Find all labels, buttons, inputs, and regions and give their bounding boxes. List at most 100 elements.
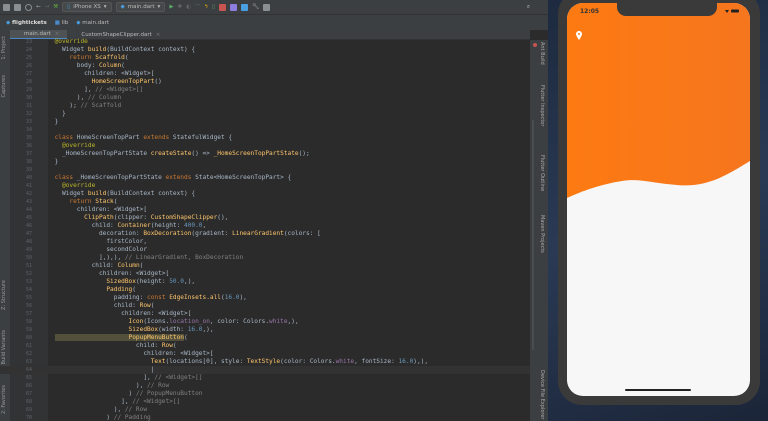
code-line[interactable]: 44 children: <Widget>[ (0, 206, 530, 214)
code-line[interactable]: 69 ), // Row (0, 406, 530, 414)
code-token: SizedBox (54, 278, 136, 285)
code-line[interactable]: 57 children: <Widget>[ (0, 310, 530, 318)
code-text: | (55, 366, 155, 374)
line-number: 61 (25, 343, 32, 349)
code-line[interactable]: 35 class HomeScreenTopPart extends Statef… (0, 134, 530, 142)
code-line[interactable]: 60 PopupMenuButton( (0, 334, 530, 342)
code-line[interactable]: 63 Text(locations[0], style: TextStyle(c… (0, 358, 530, 366)
code-line[interactable]: 59 SizedBox(width: 16.0,), (0, 326, 530, 334)
code-text: _HomeScreenTopPartState createState() =>… (55, 150, 310, 158)
hot-reload-icon[interactable]: ϟ (204, 4, 208, 10)
code-line[interactable]: 23 @override (0, 38, 530, 46)
code-line[interactable]: 66 ), // Row (0, 382, 530, 390)
search-icon[interactable]: ⌕ (527, 4, 530, 11)
notification-icon[interactable] (533, 43, 537, 47)
code-line[interactable]: 27 children: <Widget>[ (0, 70, 530, 78)
tool-maven-projects[interactable]: Maven Projects (539, 215, 545, 253)
tool-ant-build[interactable]: Ant Build (539, 42, 545, 65)
sync-icon[interactable] (25, 3, 32, 11)
breadcrumb-folder[interactable]: ■ lib (55, 20, 69, 26)
code-line[interactable]: 43 return Stack( (0, 198, 530, 206)
breadcrumb-project[interactable]: ◆ flightickets (6, 20, 47, 26)
code-line[interactable]: 33} (0, 118, 530, 126)
open-folder-icon[interactable] (3, 3, 10, 11)
project-structure-icon[interactable] (263, 3, 271, 11)
code-line[interactable]: 64 | (0, 366, 530, 374)
tool-device-file-explorer[interactable]: Device File Explorer (539, 370, 545, 419)
code-line[interactable]: 30 ), // Column (0, 94, 530, 102)
line-number: 48 (25, 239, 32, 245)
code-token: (Icons. (143, 318, 170, 325)
breadcrumb-file[interactable]: ◆ main.dart (76, 20, 109, 26)
code-line[interactable]: 37 _HomeScreenTopPartState createState()… (0, 150, 530, 158)
location-pin-icon[interactable] (576, 31, 582, 40)
code-line[interactable]: 47 decoration: BoxDecoration(gradient: L… (0, 230, 530, 238)
close-icon[interactable]: × (55, 31, 60, 37)
debug-icon[interactable]: ✱ (178, 4, 183, 10)
code-line[interactable]: 25 return Scaffold( (0, 54, 530, 62)
code-line[interactable]: 53 SizedBox(height: 50.0,), (0, 278, 530, 286)
code-line[interactable]: 31 ); // Scaffold (0, 102, 530, 110)
code-line[interactable]: 49 secondColor (0, 246, 530, 254)
tool-flutter-outline[interactable]: Flutter Outline (539, 155, 545, 191)
code-line[interactable]: 70 ) // Padding (0, 414, 530, 421)
build-hammer-icon[interactable]: ⚒ (53, 4, 58, 10)
forward-icon[interactable]: → (45, 4, 50, 10)
code-line[interactable]: 51 child: Column( (0, 262, 530, 270)
stop-icon[interactable] (219, 3, 227, 11)
code-line[interactable]: 26 body: Column( (0, 62, 530, 70)
code-line[interactable]: 65 ], // <Widget>[] (0, 374, 530, 382)
code-line[interactable]: 40 class _HomeScreenTopPartState extends … (0, 174, 530, 182)
code-line[interactable]: 67 ) // PopupMenuButton (0, 390, 530, 398)
close-icon[interactable]: × (156, 32, 161, 38)
code-text: return Stack( (55, 198, 117, 206)
code-line[interactable]: 38} (0, 158, 530, 166)
code-line[interactable]: 41 @override (0, 182, 530, 190)
settings-wrench-icon[interactable]: 🔧︎ (252, 4, 259, 10)
code-line[interactable]: 48 firstColor, (0, 238, 530, 246)
save-icon[interactable] (14, 3, 21, 11)
code-editor[interactable]: 23 @override 24 Widget build(BuildContext … (0, 38, 530, 421)
hot-restart-icon[interactable]: ▯ (212, 4, 215, 10)
code-line[interactable]: 39 (0, 166, 530, 174)
attach-icon[interactable]: ⌒ (195, 3, 201, 11)
avd-manager-icon[interactable] (230, 3, 238, 11)
code-line[interactable]: 55 padding: const EdgeInsets.all(16.0), (0, 294, 530, 302)
code-line[interactable]: 28 HomeScreenTopPart() (0, 78, 530, 86)
app-screen[interactable]: 12:05 (567, 3, 750, 396)
code-line[interactable]: 62 children: <Widget>[ (0, 350, 530, 358)
code-line[interactable]: 42 Widget build(BuildContext context) { (0, 190, 530, 198)
code-token: ( (132, 286, 136, 293)
code-token: 16.0 (398, 358, 414, 365)
code-line[interactable]: 61 child: Row( (0, 342, 530, 350)
code-token: () (154, 78, 162, 85)
device-selector[interactable]: ▯ iPhone XS ▾ (62, 2, 112, 12)
code-token: Text (54, 358, 166, 365)
code-line[interactable]: 29 ], // <Widget>[] (0, 86, 530, 94)
code-line[interactable]: 52 children: <Widget>[ (0, 270, 530, 278)
code-line[interactable]: 36 @override (0, 142, 530, 150)
code-line[interactable]: 50 ],),), // LinearGradient, BoxDecorati… (0, 254, 530, 262)
tab-label: CustomShapeClipper.dart (81, 31, 152, 38)
code-line[interactable]: 32 } (0, 110, 530, 118)
run-config-selector[interactable]: ◆ main.dart ▾ (115, 2, 166, 12)
coverage-icon[interactable]: ◐ (186, 4, 191, 10)
code-line[interactable]: 46 child: Container(height: 400.0, (0, 222, 530, 230)
code-line[interactable]: 45 ClipPath(clipper: CustomShapeClipper(… (0, 214, 530, 222)
code-line[interactable]: 68 ], // <Widget>[] (0, 398, 530, 406)
code-token: padding: (54, 294, 148, 301)
code-line[interactable]: 54 Padding( (0, 286, 530, 294)
main-toolbar: ← → ⚒ ▯ iPhone XS ▾ ◆ main.dart ▾ ▶ ✱ ◐ ⌒ ϟ … (0, 0, 548, 14)
tool-flutter-inspector[interactable]: Flutter Inspector (539, 85, 545, 126)
code-line[interactable]: 34 (0, 126, 530, 134)
breadcrumb: ◆ flightickets ■ lib ◆ main.dart (0, 14, 548, 30)
code-token: ), (239, 294, 247, 301)
run-icon[interactable]: ▶ (169, 4, 173, 10)
scrollbar[interactable] (532, 120, 534, 350)
code-line[interactable]: 58 Icon(Icons.location_on, color: Colors… (0, 318, 530, 326)
back-icon[interactable]: ← (36, 4, 41, 10)
line-number: 46 (25, 223, 32, 229)
sdk-manager-icon[interactable] (241, 3, 249, 11)
code-line[interactable]: 56 child: Row( (0, 302, 530, 310)
code-line[interactable]: 24 Widget build(BuildContext context) { (0, 46, 530, 54)
